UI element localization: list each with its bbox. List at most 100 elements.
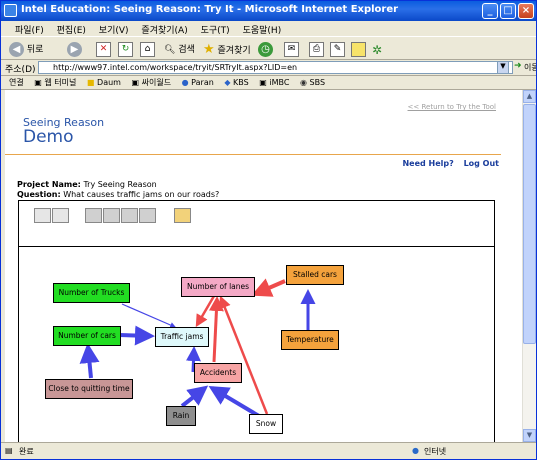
menu-help[interactable]: 도움말(H) xyxy=(243,26,282,36)
link-paran[interactable]: ● Paran xyxy=(182,78,214,87)
menu-favorites[interactable]: 즐겨찾기(A) xyxy=(141,26,187,36)
address-label: 주소(D) xyxy=(5,65,36,75)
address-dropdown-icon[interactable]: ▼ xyxy=(497,61,509,74)
edit-icon: ✎ xyxy=(330,42,345,57)
project-name: Try Seeing Reason xyxy=(83,180,157,189)
back-arrow-icon: ◀ xyxy=(9,42,24,57)
node-stalled-cars[interactable]: Stalled cars xyxy=(286,265,344,285)
forward-button[interactable]: ▶ xyxy=(67,42,82,58)
edit-button[interactable]: ✎ xyxy=(330,42,345,58)
return-to-tool-link[interactable]: << Return to Try the Tool xyxy=(408,103,496,111)
link-cars-to-traffic xyxy=(118,325,155,346)
page-icon: ▣ xyxy=(259,78,267,87)
link-accidents-to-lanes xyxy=(208,296,224,363)
refresh-icon: ↻ xyxy=(118,42,133,57)
menu-file[interactable]: 파일(F) xyxy=(15,26,44,36)
node-number-of-lanes[interactable]: Number of lanes xyxy=(181,277,255,297)
link-quitting-to-cars xyxy=(79,343,100,379)
forward-arrow-icon: ▶ xyxy=(67,42,82,57)
scroll-down-icon[interactable]: ▼ xyxy=(523,429,536,442)
sbs-icon: ◉ xyxy=(299,78,307,87)
links-bar: 연결 ▣ 웹 터미널 ■ Daum ▣ 싸이월드 ● Paran ◆ KBS ▣… xyxy=(1,76,536,90)
node-accidents[interactable]: Accidents xyxy=(194,363,242,383)
link-snow-to-accidents xyxy=(208,385,261,418)
menu-bar: 파일(F) 편집(E) 보기(V) 즐겨찾기(A) 도구(T) 도움말(H) xyxy=(1,21,536,36)
help-links: Need Help? Log Out xyxy=(395,159,499,168)
back-button[interactable]: ◀ 뒤로 xyxy=(9,42,43,58)
home-icon: ⌂ xyxy=(140,42,155,57)
zone-text: 인터넷 xyxy=(424,447,447,456)
title-bar: Intel Education: Seeing Reason: Try It -… xyxy=(1,1,536,21)
mail-icon: ✉ xyxy=(284,42,299,57)
standard-toolbar: ◀ 뒤로 ▶ ✕ ↻ ⌂ 🔍︎ 검색 ★ 즐겨찾기 ◷ ✉ ⎙ ✎ ✲ xyxy=(1,36,536,60)
kbs-icon: ◆ xyxy=(224,78,231,87)
logout-link[interactable]: Log Out xyxy=(464,159,499,168)
project-name-label: Project Name: xyxy=(17,180,81,189)
question-label: Question: xyxy=(17,190,61,199)
menu-tools[interactable]: 도구(T) xyxy=(201,26,230,36)
scroll-up-icon[interactable]: ▲ xyxy=(523,90,536,103)
node-number-of-trucks[interactable]: Number of Trucks xyxy=(53,283,130,303)
link-sbs[interactable]: ◉ SBS xyxy=(300,78,325,87)
internet-zone-icon: ● xyxy=(412,446,419,455)
node-close-to-quitting-time[interactable]: Close to quitting time xyxy=(45,379,133,399)
discuss-button[interactable] xyxy=(351,42,366,58)
messenger-icon: ✲ xyxy=(372,43,383,57)
link-rain-to-accidents xyxy=(180,385,209,408)
node-number-of-cars[interactable]: Number of cars xyxy=(53,326,121,346)
link-web-terminal[interactable]: ▣ 웹 터미널 xyxy=(34,78,76,87)
page-icon: ▣ xyxy=(34,78,42,87)
search-button[interactable]: 🔍︎ 검색 xyxy=(164,42,195,58)
link-lanes-to-traffic xyxy=(195,295,216,328)
links-label: 연결 xyxy=(9,78,24,87)
browser-window: Intel Education: Seeing Reason: Try It -… xyxy=(0,0,537,460)
node-temperature[interactable]: Temperature xyxy=(281,330,339,350)
link-kbs[interactable]: ◆ KBS xyxy=(224,78,248,87)
go-arrow-icon[interactable]: ➜ xyxy=(514,61,522,71)
mail-button[interactable]: ✉ xyxy=(284,42,299,58)
star-icon: ★ xyxy=(203,42,215,57)
link-daum[interactable]: ■ Daum xyxy=(87,78,121,87)
close-button[interactable]: × xyxy=(518,3,534,19)
link-imbc[interactable]: ▣ iMBC xyxy=(259,78,289,87)
header-divider xyxy=(5,154,501,155)
history-button[interactable]: ◷ xyxy=(258,42,273,58)
stop-icon: ✕ xyxy=(96,42,111,57)
need-help-link[interactable]: Need Help? xyxy=(402,159,453,168)
address-input[interactable]: http://www97.intel.com/workspace/tryit/S… xyxy=(38,61,513,74)
messenger-button[interactable]: ✲ xyxy=(372,42,382,58)
window-title: Intel Education: Seeing Reason: Try It -… xyxy=(21,4,399,15)
address-bar: 주소(D) http://www97.intel.com/workspace/t… xyxy=(1,60,536,76)
node-snow[interactable]: Snow xyxy=(249,414,283,434)
project-info: Project Name: Try Seeing Reason Question… xyxy=(17,180,219,200)
print-button[interactable]: ⎙ xyxy=(309,42,324,58)
map-editor: Number of Trucks Number of lanes Stalled… xyxy=(18,200,495,442)
home-button[interactable]: ⌂ xyxy=(140,42,155,58)
menu-edit[interactable]: 편집(E) xyxy=(57,26,86,36)
favorites-button[interactable]: ★ 즐겨찾기 xyxy=(203,42,251,58)
brand-subtitle: Demo xyxy=(23,127,74,147)
vertical-scrollbar[interactable]: ▲ ▼ xyxy=(522,90,536,442)
search-icon: 🔍︎ xyxy=(164,45,176,55)
page-content: << Return to Try the Tool Seeing Reason … xyxy=(5,90,522,442)
page-icon: ▣ xyxy=(131,78,140,87)
history-icon: ◷ xyxy=(258,42,273,57)
link-cyworld[interactable]: ▣ 싸이월드 xyxy=(132,78,172,87)
go-button[interactable]: 이동 xyxy=(524,62,536,73)
link-trucks-to-traffic xyxy=(121,303,177,328)
daum-icon: ■ xyxy=(86,78,95,87)
status-bar: ▤ 완료 ● 인터넷 xyxy=(1,442,536,459)
node-traffic-jams[interactable]: Traffic jams xyxy=(155,327,209,347)
refresh-button[interactable]: ↻ xyxy=(118,42,133,58)
print-icon: ⎙ xyxy=(309,42,324,57)
link-stalled-to-lanes xyxy=(251,278,286,297)
note-icon xyxy=(351,42,366,57)
page-done-icon: ▤ xyxy=(5,446,13,455)
node-rain[interactable]: Rain xyxy=(166,406,196,426)
menu-view[interactable]: 보기(V) xyxy=(99,26,129,36)
minimize-button[interactable]: _ xyxy=(482,3,498,19)
stop-button[interactable]: ✕ xyxy=(96,42,111,58)
scroll-thumb[interactable] xyxy=(523,104,536,344)
maximize-button[interactable]: □ xyxy=(500,3,516,19)
question-text: What causes traffic jams on our roads? xyxy=(63,190,220,199)
